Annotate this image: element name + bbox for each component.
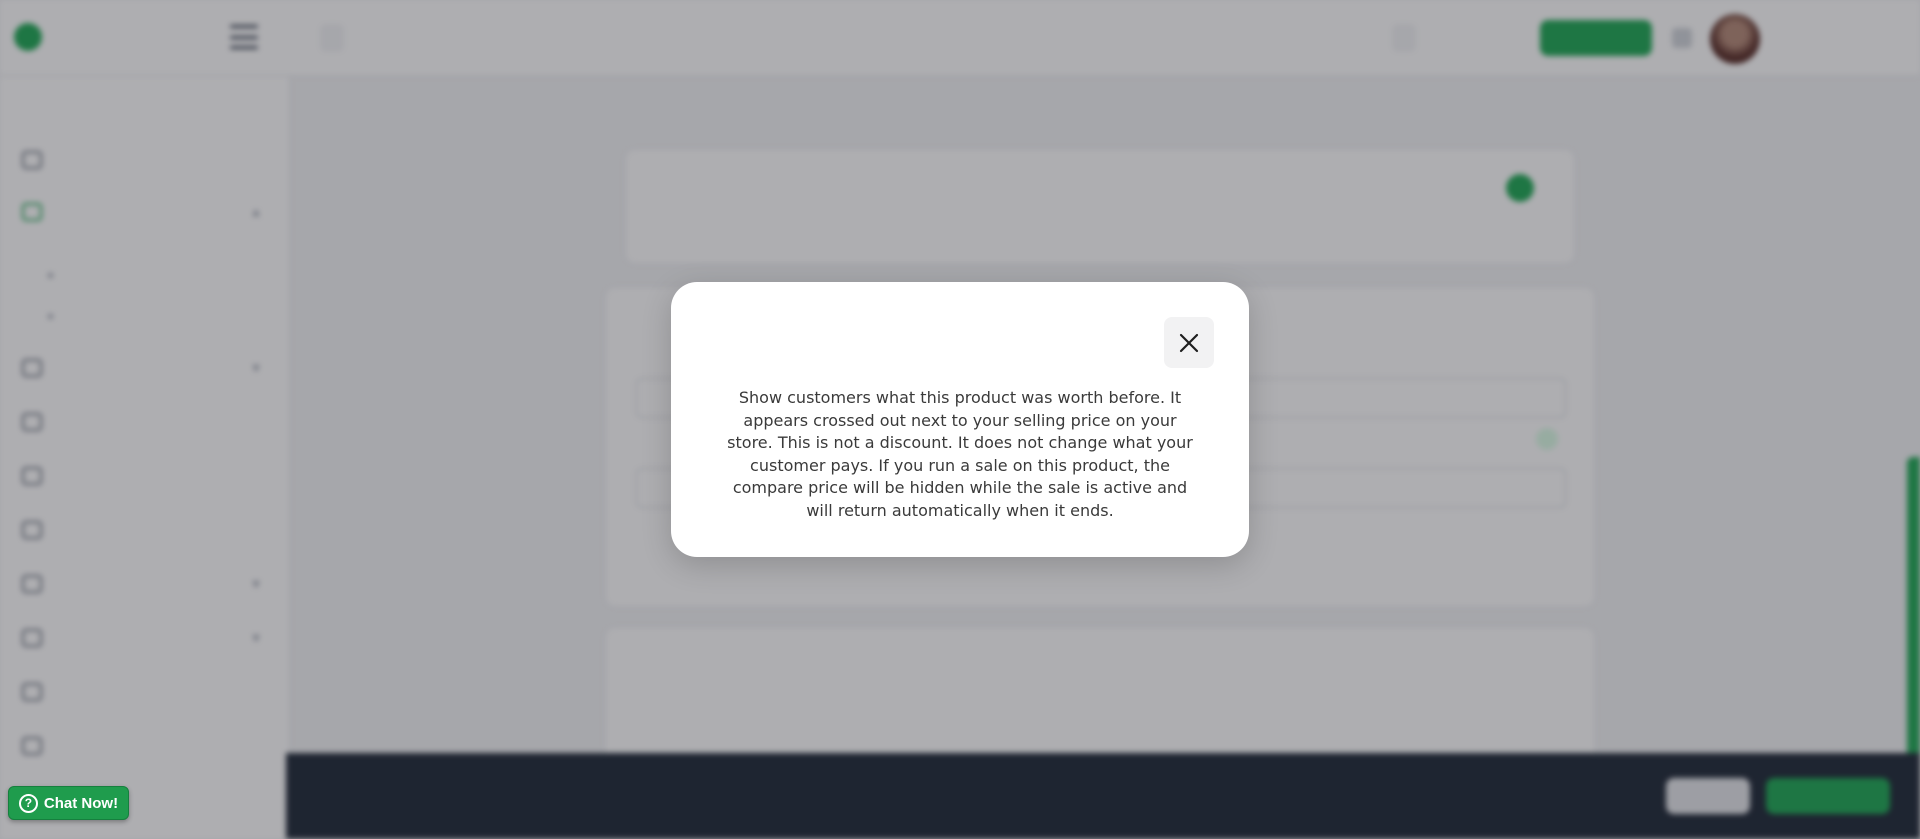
modal-body-text: Show customers what this product was wor… bbox=[727, 388, 1193, 520]
close-icon bbox=[1179, 333, 1199, 352]
help-circle-icon: ? bbox=[18, 793, 38, 813]
chat-now-button[interactable]: ? Chat Now! bbox=[8, 786, 129, 820]
info-modal: Show customers what this product was wor… bbox=[671, 282, 1249, 557]
chat-now-label: Chat Now! bbox=[43, 794, 119, 812]
close-button[interactable] bbox=[1164, 317, 1214, 368]
